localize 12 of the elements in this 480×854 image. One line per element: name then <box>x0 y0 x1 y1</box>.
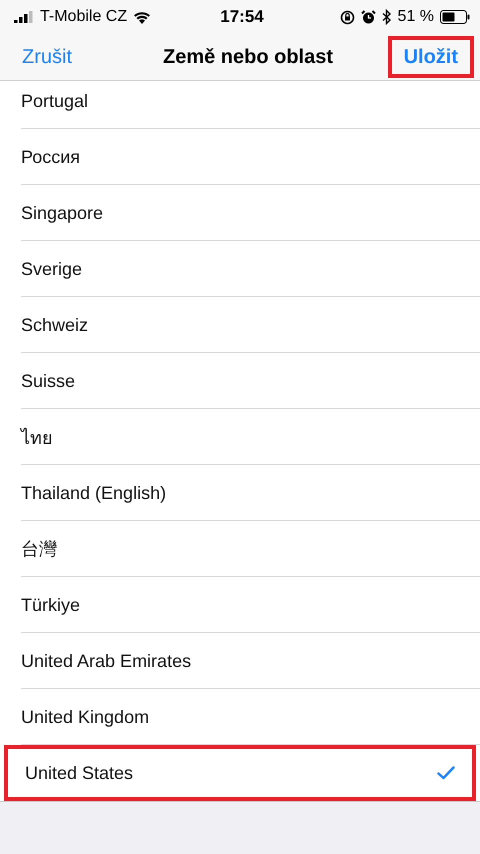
wifi-icon <box>133 10 152 24</box>
battery-icon <box>440 10 470 24</box>
signal-icon <box>14 11 34 23</box>
screen-title: Země nebo oblast <box>162 46 334 68</box>
alarm-icon <box>360 10 376 24</box>
battery-percent: 51 % <box>398 8 434 26</box>
bluetooth-icon <box>382 9 392 25</box>
country-row[interactable]: United States <box>4 745 476 801</box>
carrier-name: T-Mobile CZ <box>40 8 128 26</box>
clock-time: 17:54 <box>220 7 264 27</box>
rotation-lock-icon <box>340 10 355 24</box>
checkmark-icon <box>437 766 455 780</box>
